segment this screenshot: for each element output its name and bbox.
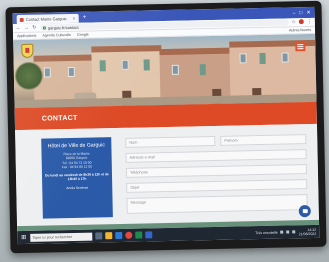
message-field[interactable]: Message — [126, 194, 308, 214]
reload-icon[interactable]: ↻ — [32, 25, 37, 31]
fax-line: Fax : 04 94 80 12 00 — [61, 164, 92, 170]
web-page: CONTACT Hôtel de Ville de Garguic Place … — [13, 33, 320, 232]
new-tab-button[interactable]: + — [81, 14, 87, 23]
bookmark-other[interactable]: Autres favoris — [289, 28, 311, 32]
close-tab-icon[interactable]: ✕ — [72, 16, 75, 21]
town-crest-logo[interactable] — [21, 43, 34, 59]
chat-bubble-button[interactable] — [298, 204, 311, 218]
task-view-icon[interactable] — [95, 232, 103, 240]
address-text: garguic.fr/contact — [47, 24, 79, 30]
tree — [13, 61, 45, 91]
objet-field[interactable]: Objet — [126, 179, 308, 193]
clock[interactable]: 14:32 21/06/2022 — [299, 227, 317, 235]
taskbar-search[interactable]: Taper ici pour rechercher — [30, 232, 93, 242]
page-title: CONTACT — [41, 114, 78, 123]
profile-avatar[interactable] — [298, 19, 304, 25]
clock-date: 21/06/2022 — [298, 231, 317, 236]
contact-info-panel: Hôtel de Ville de Garguic Place de la Ma… — [41, 137, 113, 219]
browser-tab[interactable]: Contact Mairie Garguic ✕ — [16, 13, 79, 25]
edge-icon[interactable] — [115, 231, 123, 240]
volume-icon[interactable] — [286, 230, 290, 234]
weather-text[interactable]: Très ensoleillé — [255, 230, 278, 234]
outlook-icon[interactable] — [145, 231, 153, 239]
minimize-button[interactable]: – — [293, 8, 296, 18]
monitor-frame: Contact Mairie Garguic ✕ + – □ ✕ ← → ↻ g… — [5, 0, 327, 254]
file-explorer-icon[interactable] — [105, 232, 113, 240]
close-window-button[interactable]: ✕ — [306, 8, 310, 18]
windows-start-icon[interactable]: ⊞ — [20, 234, 27, 241]
nom-field[interactable]: Nom — [125, 135, 216, 148]
toolbar-icons: ☆ ⋮ — [291, 19, 312, 25]
bookmark-agenda[interactable]: Agenda Culturelle — [42, 33, 71, 38]
services-link[interactable]: Accès Services — [45, 185, 109, 190]
network-icon[interactable] — [280, 230, 284, 234]
lock-icon — [42, 25, 46, 30]
window-controls: – □ ✕ — [293, 8, 315, 18]
maximize-button[interactable]: □ — [299, 8, 302, 18]
tab-title: Contact Mairie Garguic — [25, 16, 67, 22]
forward-arrow-icon[interactable]: → — [24, 25, 29, 31]
chrome-icon[interactable] — [125, 231, 133, 239]
bookmark-google[interactable]: Google — [77, 33, 89, 37]
hero-photo — [13, 33, 317, 109]
email-field[interactable]: Adresse e-mail — [125, 149, 307, 163]
hamburger-menu-icon[interactable] — [295, 42, 306, 52]
system-tray: Très ensoleillé 14:32 21/06/2022 — [255, 227, 316, 236]
menu-dots-icon[interactable]: ⋮ — [307, 19, 312, 25]
star-icon[interactable]: ☆ — [291, 19, 296, 25]
contact-section: Hôtel de Ville de Garguic Place de la Ma… — [15, 123, 320, 232]
prenom-field[interactable]: Prénom — [220, 134, 307, 146]
site-favicon-icon — [19, 17, 24, 22]
back-arrow-icon[interactable]: ← — [16, 25, 21, 31]
bookmark-applications[interactable]: Applications — [17, 34, 36, 38]
battery-icon[interactable] — [292, 230, 296, 234]
town-hall-name: Hôtel de Ville de Garguic — [47, 142, 106, 150]
chat-icon — [302, 209, 308, 214]
excel-icon[interactable] — [135, 231, 143, 239]
screen: Contact Mairie Garguic ✕ + – □ ✕ ← → ↻ g… — [12, 6, 320, 245]
telephone-field[interactable]: Téléphone — [125, 164, 308, 178]
opening-hours: Du lundi au vendredi de 8h30 à 12h et de… — [45, 172, 109, 182]
